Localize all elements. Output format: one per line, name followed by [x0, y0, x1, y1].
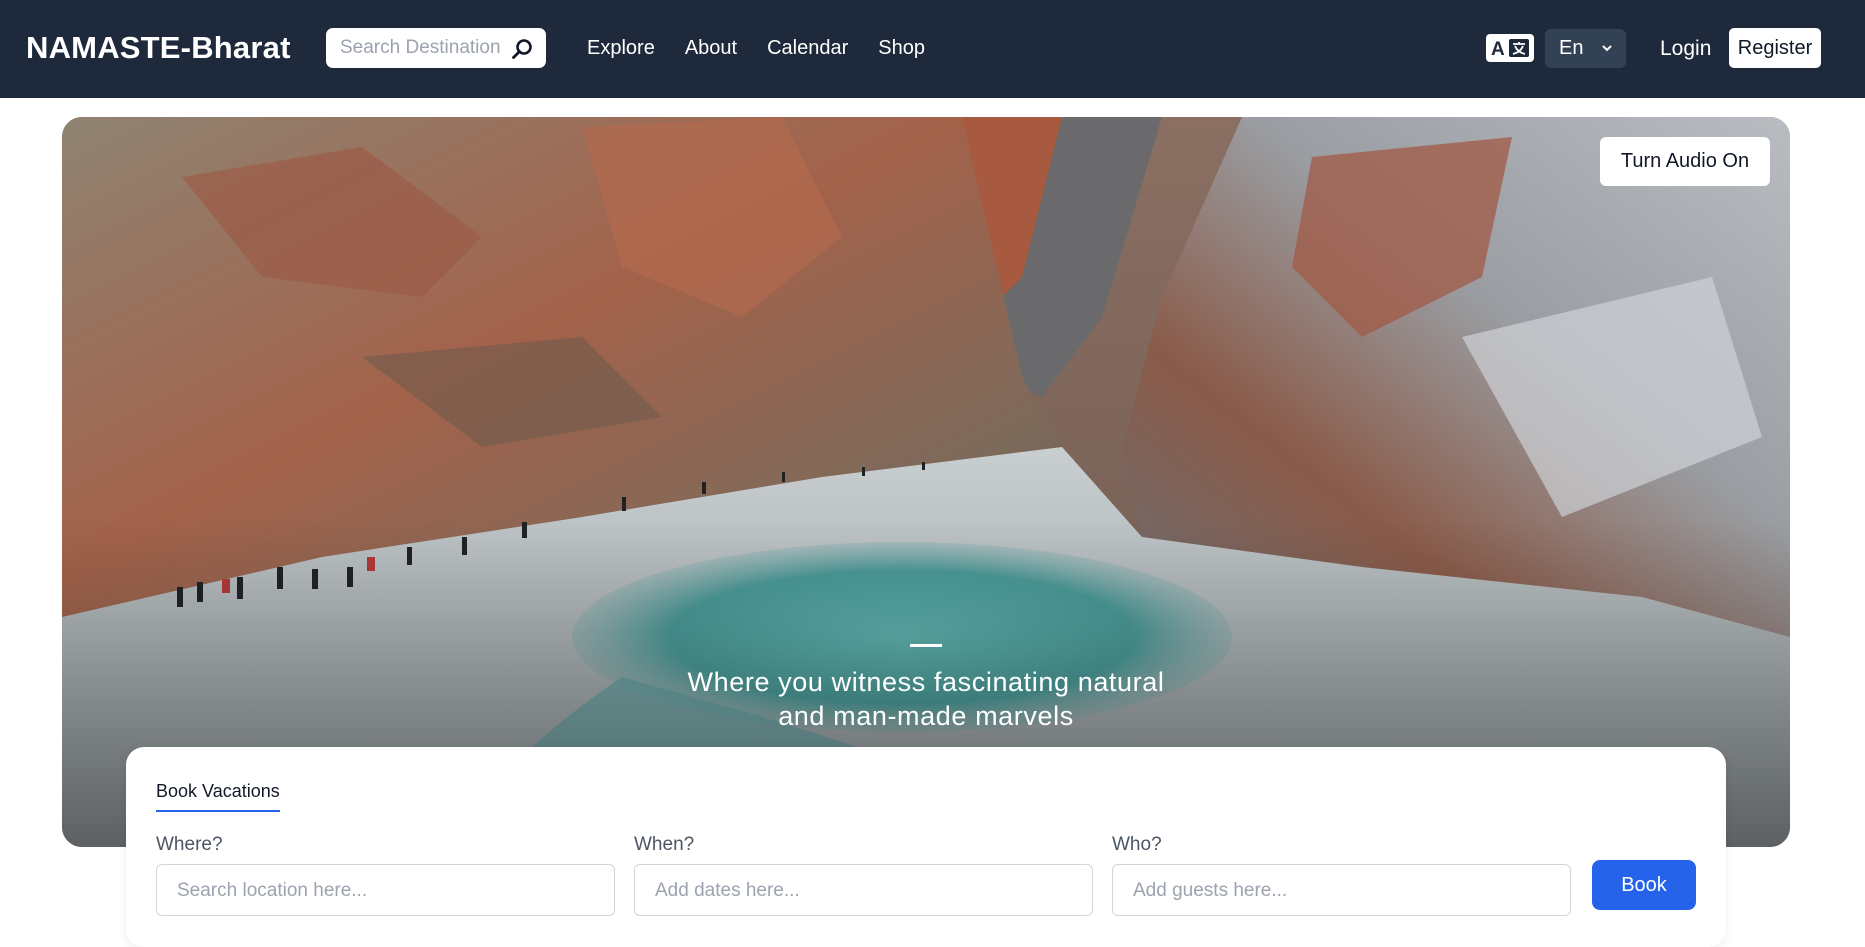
- search-icon[interactable]: [510, 37, 534, 61]
- top-navbar: NAMASTE-Bharat Explore About Calendar Sh…: [0, 0, 1865, 98]
- tagline-line-2: and man-made marvels: [778, 701, 1074, 731]
- main-nav: Explore About Calendar Shop: [587, 37, 955, 60]
- who-input[interactable]: [1133, 880, 1553, 902]
- who-field[interactable]: [1112, 864, 1571, 916]
- where-input[interactable]: [177, 880, 597, 902]
- destination-search[interactable]: [326, 28, 546, 68]
- nav-about[interactable]: About: [685, 37, 737, 60]
- login-link[interactable]: Login: [1660, 37, 1711, 61]
- turn-audio-on-button[interactable]: Turn Audio On: [1600, 137, 1770, 186]
- tagline-divider: [910, 644, 942, 647]
- language-value: En: [1559, 37, 1584, 59]
- search-input[interactable]: [340, 37, 516, 59]
- tab-book-vacations[interactable]: Book Vacations: [156, 781, 280, 812]
- when-label: When?: [634, 834, 695, 855]
- who-label: Who?: [1112, 834, 1162, 855]
- translate-icon[interactable]: A: [1486, 34, 1534, 62]
- when-input[interactable]: [655, 880, 1075, 902]
- booking-card: Book Vacations Where? When? Who? Book: [126, 747, 1726, 947]
- language-select[interactable]: En: [1545, 29, 1626, 68]
- tagline-line-1: Where you witness fascinating natural: [687, 667, 1165, 697]
- where-label: Where?: [156, 834, 223, 855]
- where-field[interactable]: [156, 864, 615, 916]
- svg-text:A: A: [1491, 39, 1505, 59]
- brand-logo[interactable]: NAMASTE-Bharat: [26, 30, 291, 66]
- hero-landscape-image: [62, 117, 1790, 847]
- nav-shop[interactable]: Shop: [878, 37, 925, 60]
- nav-calendar[interactable]: Calendar: [767, 37, 848, 60]
- book-button[interactable]: Book: [1592, 860, 1696, 910]
- when-field[interactable]: [634, 864, 1093, 916]
- hero-video[interactable]: Turn Audio On Where you witness fascinat…: [62, 117, 1790, 847]
- nav-explore[interactable]: Explore: [587, 37, 655, 60]
- hero-tagline: Where you witness fascinating natural an…: [626, 665, 1226, 733]
- register-button[interactable]: Register: [1729, 28, 1821, 68]
- chevron-down-icon: [1602, 45, 1612, 52]
